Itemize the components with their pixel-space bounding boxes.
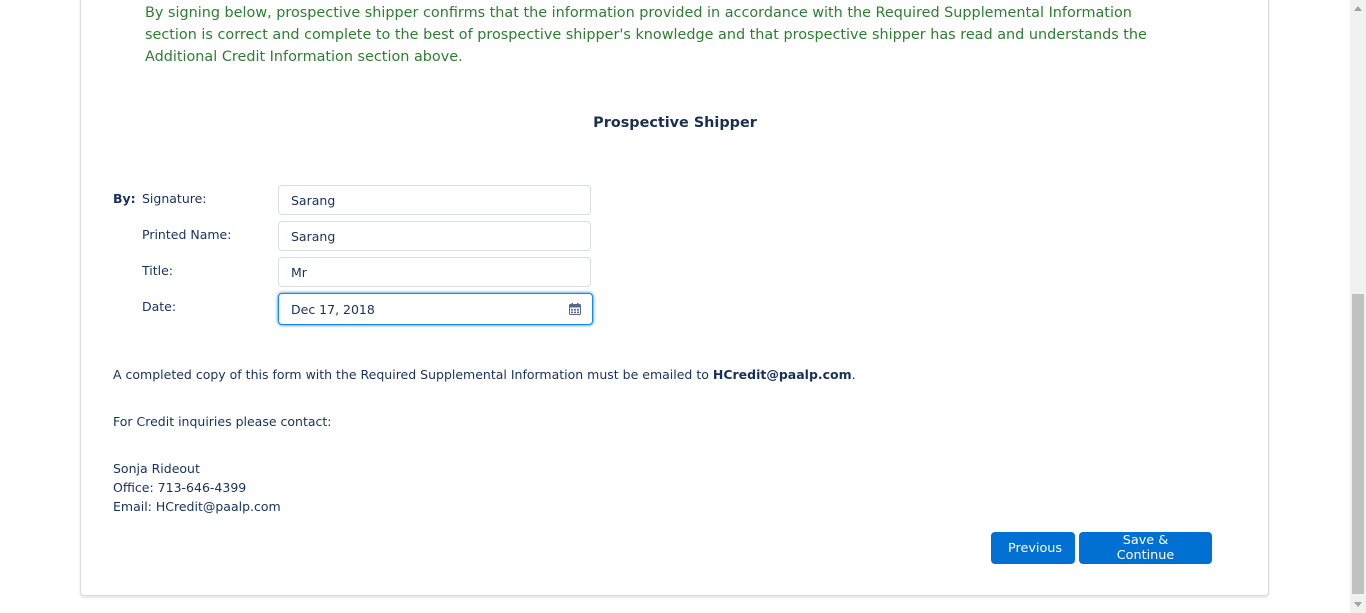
contact-name: Sonja Rideout	[113, 461, 200, 476]
signature-input[interactable]	[278, 185, 591, 215]
email-copy-note-text: A completed copy of this form with the R…	[113, 367, 713, 382]
email-copy-address: HCredit@paalp.com	[712, 367, 852, 382]
scroll-up-arrow-icon[interactable]	[1350, 0, 1366, 17]
date-label: Date:	[142, 299, 177, 314]
date-field	[278, 293, 593, 325]
signature-label: Signature:	[142, 191, 207, 206]
title-label: Title:	[142, 263, 173, 278]
scroll-down-arrow-icon[interactable]	[1350, 596, 1366, 613]
by-label: By:	[113, 191, 136, 206]
email-copy-note: A completed copy of this form with the R…	[113, 367, 856, 382]
previous-button[interactable]: Previous	[991, 532, 1075, 564]
section-title: Prospective Shipper	[593, 115, 757, 131]
vertical-scrollbar[interactable]	[1350, 0, 1366, 613]
printed-name-input[interactable]	[278, 221, 591, 251]
certification-statement: By signing below, prospective shipper co…	[145, 5, 1147, 65]
printed-name-label: Printed Name:	[142, 227, 232, 242]
save-continue-button[interactable]: Save & Continue	[1079, 532, 1212, 564]
date-input[interactable]	[278, 293, 593, 325]
scrollbar-thumb[interactable]	[1352, 294, 1364, 594]
contact-email: Email: HCredit@paalp.com	[113, 499, 281, 514]
calendar-icon[interactable]	[569, 303, 581, 315]
inquiries-note: For Credit inquiries please contact:	[113, 414, 332, 429]
contact-office: Office: 713-646-4399	[113, 480, 247, 495]
page: By signing below, prospective shipper co…	[0, 0, 1366, 613]
title-input[interactable]	[278, 257, 591, 287]
email-copy-note-suffix: .	[851, 367, 856, 382]
